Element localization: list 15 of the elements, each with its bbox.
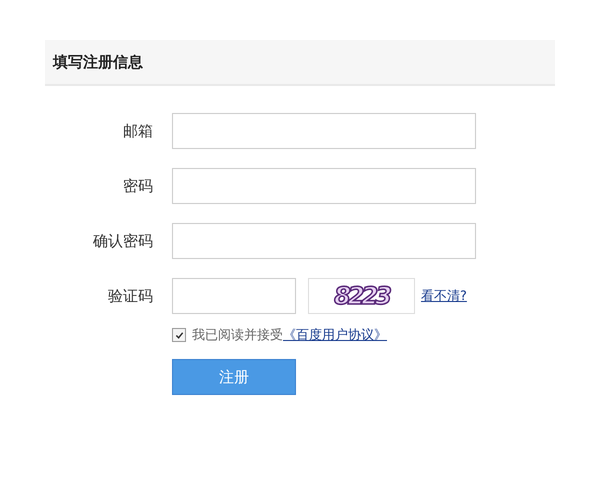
input-field[interactable]	[172, 223, 476, 259]
checkmark-icon	[174, 330, 184, 340]
captcha-image: 8223	[308, 278, 415, 314]
input-field[interactable]	[172, 278, 296, 314]
input-field[interactable]	[172, 113, 476, 149]
form-title: 填写注册信息	[53, 52, 143, 72]
input-field[interactable]	[172, 168, 476, 204]
field-label: 验证码	[107, 286, 153, 306]
agreement-text: 我已阅读并接受	[192, 327, 283, 344]
field-label: 邮箱	[122, 122, 153, 140]
field-label: 确认密码	[92, 232, 153, 250]
agreement-checkbox[interactable]	[172, 328, 186, 342]
refresh-captcha-link[interactable]: 看不清?	[421, 287, 467, 305]
field-label: 密码	[122, 176, 153, 196]
agreement-link[interactable]: 《百度用户协议》	[283, 326, 387, 344]
